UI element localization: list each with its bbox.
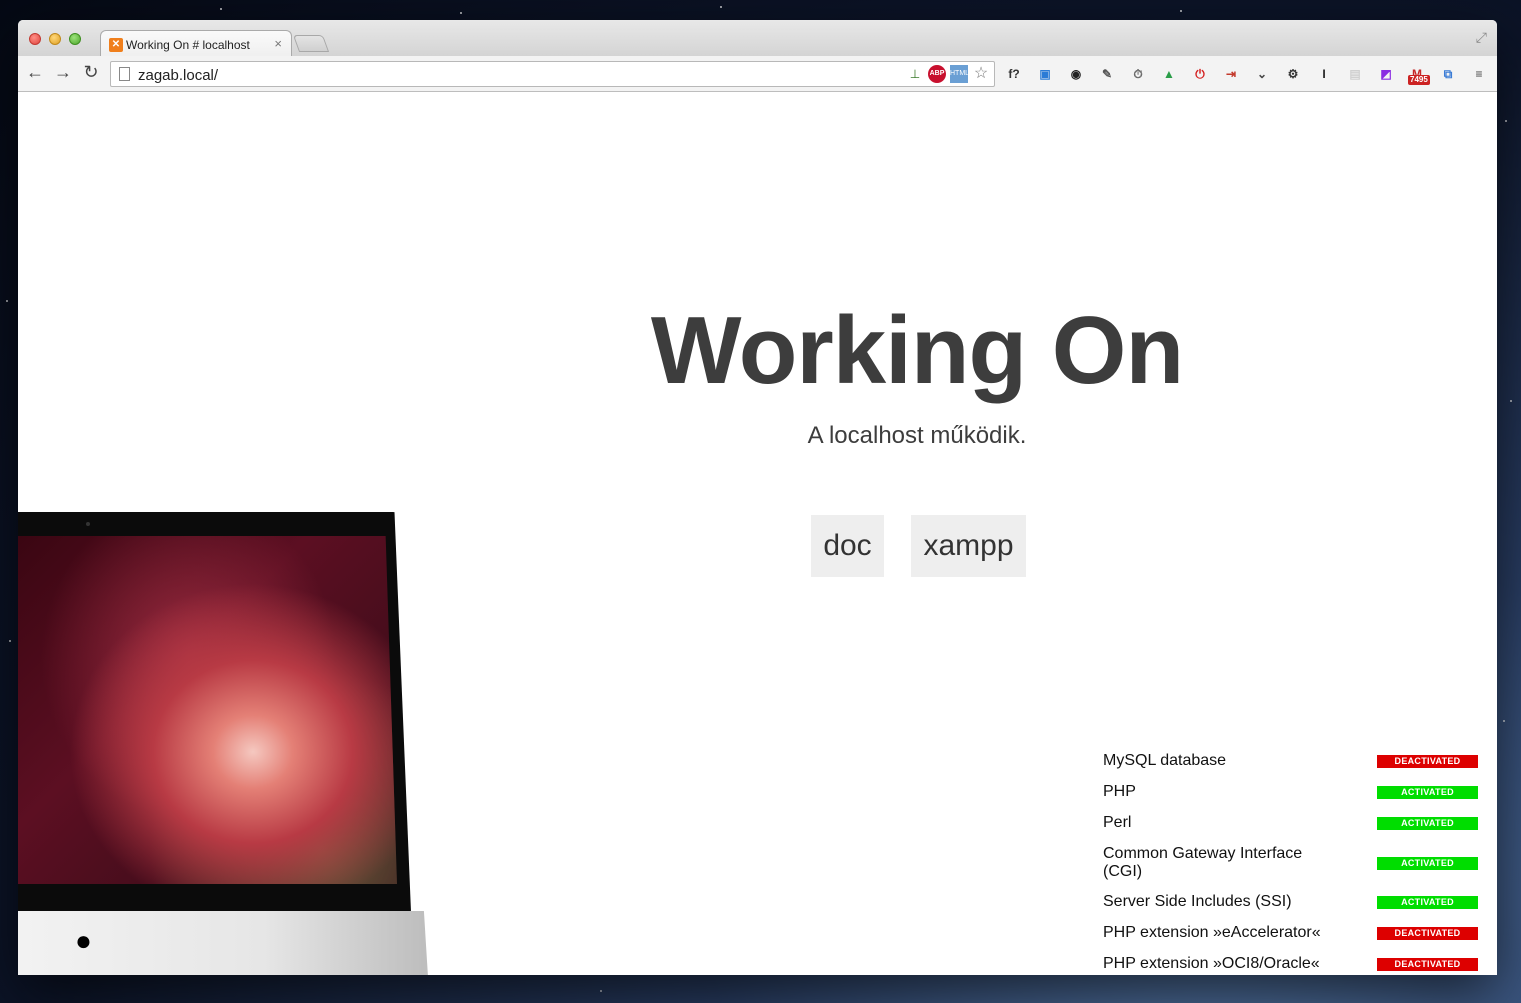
status-label: Perl	[1103, 814, 1132, 831]
gear-icon[interactable]: ⚙	[1282, 63, 1304, 85]
status-label: PHP extension »OCI8/Oracle«	[1103, 955, 1320, 972]
eyedropper-icon[interactable]: ✎	[1096, 63, 1118, 85]
stop-icon[interactable]: ⏻	[1189, 63, 1211, 85]
status-row: Common Gateway Interface (CGI) ACTIVATED	[1103, 845, 1478, 881]
browser-window: ✕ Working On # localhost × ⤢ ← → ↻ zagab…	[18, 20, 1497, 975]
pocket-icon[interactable]: ⌄	[1251, 63, 1273, 85]
gmail-unread-badge: 7495	[1408, 75, 1430, 85]
fullscreen-icon[interactable]: ⤢	[1476, 29, 1487, 46]
status-badge: ACTIVATED	[1377, 896, 1478, 909]
rainbow-icon[interactable]: ◩	[1375, 63, 1397, 85]
apple-logo-icon: ●	[75, 925, 92, 956]
title-bar: ✕ Working On # localhost × ⤢	[18, 20, 1497, 57]
zoom-window-button[interactable]	[69, 33, 81, 45]
status-row: MySQL database DEACTIVATED	[1103, 752, 1478, 770]
status-label: PHP	[1103, 783, 1136, 800]
calendar-icon[interactable]: ▤	[1344, 63, 1366, 85]
forward-button[interactable]: →	[52, 62, 74, 83]
imac-nebula-wallpaper	[18, 536, 397, 884]
status-badge: ACTIVATED	[1377, 817, 1478, 830]
tab-title: Working On # localhost	[126, 38, 250, 52]
status-badge: ACTIVATED	[1377, 857, 1478, 870]
status-row: PHP ACTIVATED	[1103, 783, 1478, 801]
html-icon[interactable]: HTML	[950, 65, 969, 83]
close-window-button[interactable]	[29, 33, 41, 45]
fx-icon[interactable]: f?	[1003, 63, 1025, 85]
xampp-button[interactable]: xampp	[911, 515, 1026, 577]
menu-icon[interactable]: ≡	[1468, 63, 1490, 85]
gmail-icon[interactable]: M 7495	[1406, 63, 1430, 85]
status-badge: ACTIVATED	[1377, 786, 1478, 799]
imac-chin: ●	[18, 911, 428, 975]
reload-button[interactable]: ↻	[80, 62, 102, 83]
window-resize-icon[interactable]: ⧉	[1437, 63, 1459, 85]
minimize-window-button[interactable]	[49, 33, 61, 45]
address-url[interactable]: zagab.local/	[138, 67, 218, 84]
imac-camera	[86, 522, 90, 526]
status-label: PHP extension »eAccelerator«	[1103, 924, 1321, 941]
instapaper-icon[interactable]: I	[1313, 63, 1335, 85]
status-badge: DEACTIVATED	[1377, 755, 1478, 768]
abp-icon[interactable]: ABP	[928, 65, 946, 83]
new-tab-button[interactable]	[292, 35, 330, 52]
imac-illustration: ●	[18, 512, 438, 975]
xampp-favicon-icon: ✕	[109, 38, 123, 52]
tab-close-icon[interactable]: ×	[274, 36, 282, 51]
google-drive-icon[interactable]: ▲	[1158, 63, 1180, 85]
status-row: PHP extension »eAccelerator« DEACTIVATED	[1103, 924, 1478, 942]
status-row: Perl ACTIVATED	[1103, 814, 1478, 832]
browser-tab-active[interactable]: ✕ Working On # localhost ×	[100, 30, 292, 57]
page-icon	[119, 67, 130, 81]
status-label: MySQL database	[1103, 752, 1227, 769]
page-content: Working On A localhost működik. doc xamp…	[18, 92, 1497, 975]
back-button[interactable]: ←	[24, 62, 46, 83]
color-wheel-icon[interactable]: ◉	[1065, 63, 1087, 85]
status-label: Common Gateway Interface (CGI)	[1103, 845, 1303, 880]
status-badge: DEACTIVATED	[1377, 927, 1478, 940]
status-row: Server Side Includes (SSI) ACTIVATED	[1103, 893, 1478, 911]
doc-button[interactable]: doc	[811, 515, 884, 577]
address-bar[interactable]: zagab.local/ ⊥ ABP HTML ☆	[110, 61, 995, 87]
download-arrow-icon[interactable]: ⊥	[906, 65, 924, 83]
browser-toolbar: ← → ↻ zagab.local/ ⊥ ABP HTML ☆ f? ▣ ◉ ✎ ⏱ ▲ ⏻…	[18, 56, 1497, 92]
screen-capture-icon[interactable]: ▣	[1034, 63, 1056, 85]
timer-icon[interactable]: ⏱	[1127, 63, 1149, 85]
status-row: PHP extension »OCI8/Oracle« DEACTIVATED	[1103, 955, 1478, 973]
page-title: Working On	[650, 297, 1184, 404]
bookmark-star-icon[interactable]: ☆	[972, 65, 990, 83]
exit-icon[interactable]: ⇥	[1220, 63, 1242, 85]
status-label: Server Side Includes (SSI)	[1103, 893, 1292, 910]
page-subtitle: A localhost működik.	[807, 422, 1027, 449]
extensions-bar: f? ▣ ◉ ✎ ⏱ ▲ ⏻ ⇥ ⌄ ⚙ I ▤ ◩ M 7495 ⧉ ≡	[1003, 63, 1490, 85]
status-badge: DEACTIVATED	[1377, 958, 1478, 971]
